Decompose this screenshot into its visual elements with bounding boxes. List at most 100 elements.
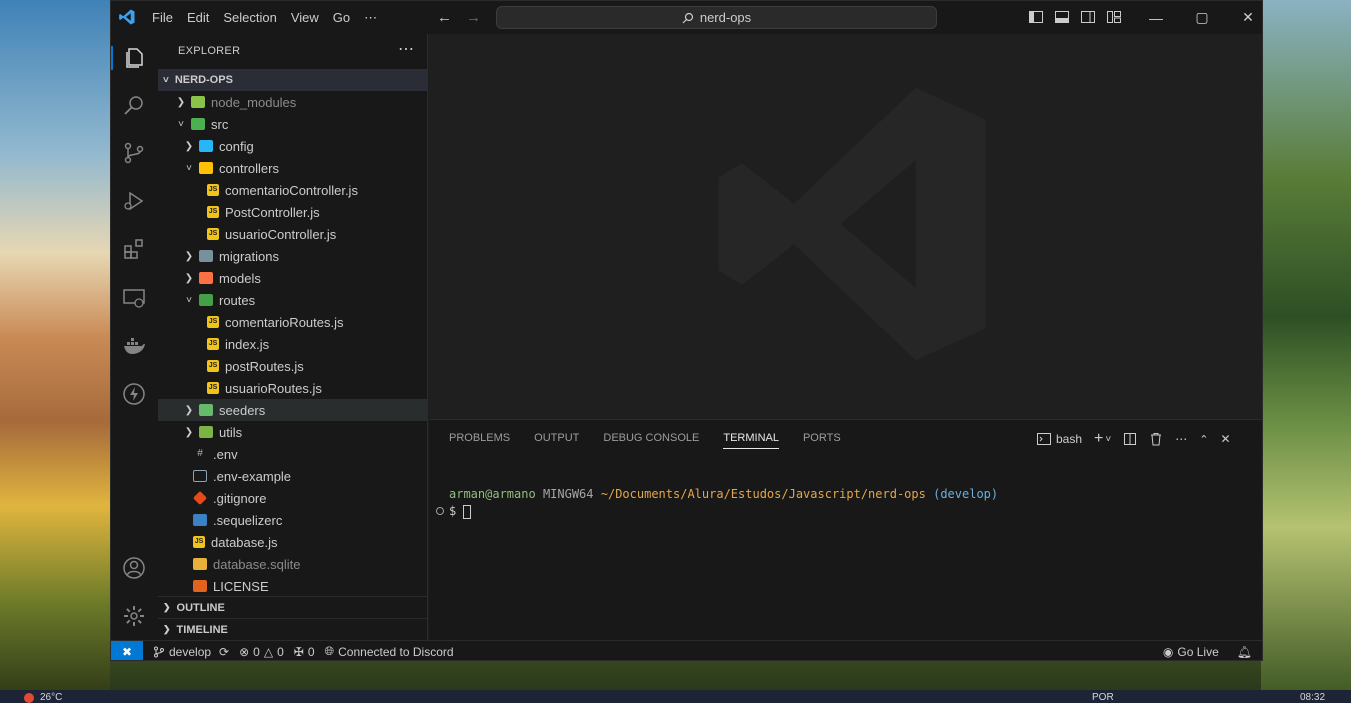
customize-layout-icon[interactable] (1106, 9, 1122, 25)
terminal-input-line: $ (449, 503, 998, 520)
tree-item-database-sqlite[interactable]: database.sqlite (158, 553, 428, 575)
tree-item-utils[interactable]: ❯ utils (158, 421, 428, 443)
tree-item-src[interactable]: ˅ src (158, 113, 428, 135)
database-icon (193, 558, 207, 570)
workspace-root-label: NERD-OPS (174, 74, 233, 86)
status-bar: ✖ develop ⟳ ⊗ 0 △ 0 ✠ 0 🌐︎ Connected to … (111, 640, 1262, 660)
sync-icon[interactable]: ⟳ (219, 645, 229, 659)
workspace-root-header[interactable]: ˅ NERD-OPS (158, 69, 428, 91)
window-controls: — ▢ ✕ (1133, 1, 1262, 34)
tree-item-label: .gitignore (213, 490, 267, 506)
tree-item-label: .env-example (213, 468, 292, 484)
tree-item-comentario-routes[interactable]: JS comentarioRoutes.js (158, 311, 428, 333)
explorer-more-actions-icon[interactable]: ⋯ (398, 39, 414, 59)
env-file-icon: # (197, 448, 203, 459)
terminal-output[interactable]: arman@armano MINGW64 ~/Documents/Alura/E… (449, 486, 998, 520)
tree-item-models[interactable]: ❯ models (158, 267, 428, 289)
menu-view[interactable]: View (284, 10, 326, 25)
tree-item-env[interactable]: # .env (158, 443, 428, 465)
tree-item-post-routes[interactable]: JS postRoutes.js (158, 355, 428, 377)
maximize-panel-icon[interactable]: ⌃ (1199, 433, 1208, 446)
tab-terminal[interactable]: TERMINAL (723, 432, 779, 449)
tree-item-seeders[interactable]: ❯ seeders (158, 399, 428, 421)
toggle-primary-sidebar-icon[interactable] (1028, 9, 1044, 25)
tab-debug-console[interactable]: DEBUG CONSOLE (603, 432, 699, 449)
outline-section-header[interactable]: ❯ OUTLINE (158, 596, 428, 618)
settings-gear-icon[interactable] (122, 604, 146, 628)
timeline-section-header[interactable]: ❯ TIMELINE (158, 618, 428, 640)
maximize-button[interactable]: ▢ (1179, 1, 1225, 34)
go-live-button[interactable]: ◉ Go Live (1163, 645, 1219, 659)
panel-toolbar: bash + ˅ ⋯ ⌃ ✕ (1037, 430, 1231, 448)
terminal-profile-button[interactable]: bash (1037, 432, 1082, 446)
tree-item-routes[interactable]: ˅ routes (158, 289, 428, 311)
tree-item-label: routes (219, 292, 256, 308)
chevron-down-icon: ˅ (186, 294, 192, 306)
extensions-icon[interactable] (122, 237, 146, 261)
tree-item-label: database.js (211, 534, 278, 550)
close-panel-icon[interactable]: ✕ (1220, 432, 1230, 446)
tree-item-sequelizerc[interactable]: .sequelizerc (158, 509, 428, 531)
menu-more[interactable]: ⋯ (357, 10, 384, 26)
status-problems[interactable]: ⊗ 0 △ 0 (239, 645, 284, 659)
menu-edit[interactable]: Edit (180, 10, 216, 25)
tree-item-label: LICENSE (213, 578, 269, 594)
minimize-button[interactable]: — (1133, 1, 1179, 34)
command-center-search[interactable]: nerd-ops (496, 6, 937, 29)
chevron-down-icon: ˅ (186, 162, 192, 174)
tree-item-comentario-controller[interactable]: JS comentarioController.js (158, 179, 428, 201)
status-discord[interactable]: 🌐︎ Connected to Discord (325, 644, 454, 659)
tree-item-gitignore[interactable]: .gitignore (158, 487, 428, 509)
thunder-client-icon[interactable] (122, 382, 146, 406)
search-view-icon[interactable] (122, 93, 146, 117)
tab-output[interactable]: OUTPUT (534, 432, 579, 449)
tree-item-migrations[interactable]: ❯ migrations (158, 245, 428, 267)
menu-go[interactable]: Go (326, 10, 357, 25)
tree-item-usuario-routes[interactable]: JS usuarioRoutes.js (158, 377, 428, 399)
tree-item-node-modules[interactable]: ❯ node_modules (158, 91, 428, 113)
weather-widget[interactable]: 26°C (24, 692, 62, 703)
more-actions-icon[interactable]: ⋯ (1175, 432, 1187, 446)
status-ports[interactable]: ✠ 0 (294, 645, 315, 659)
back-arrow-icon[interactable]: ← (437, 9, 452, 26)
forward-arrow-icon[interactable]: → (466, 9, 481, 26)
tree-item-label: src (211, 116, 229, 132)
tree-item-env-example[interactable]: .env-example (158, 465, 428, 487)
toggle-panel-icon[interactable] (1054, 9, 1070, 25)
terminal-decoration-icon (436, 507, 444, 515)
clock[interactable]: 08:32 (1300, 692, 1325, 703)
broadcast-icon: ◉ (1162, 645, 1174, 659)
tree-item-controllers[interactable]: ˅ controllers (158, 157, 428, 179)
remote-indicator-icon[interactable]: ✖ (111, 640, 143, 660)
toggle-secondary-sidebar-icon[interactable] (1080, 9, 1096, 25)
tab-problems[interactable]: PROBLEMS (449, 432, 510, 449)
trash-icon[interactable] (1149, 432, 1163, 446)
tree-item-database-js[interactable]: JS database.js (158, 531, 428, 553)
docker-icon[interactable] (122, 334, 146, 358)
remote-explorer-icon[interactable] (122, 286, 146, 310)
menu-selection[interactable]: Selection (216, 10, 283, 25)
chevron-down-icon[interactable]: ˅ (1105, 434, 1111, 445)
bell-icon[interactable]: 🔔︎ (1237, 645, 1252, 659)
tree-item-index-js[interactable]: JS index.js (158, 333, 428, 355)
close-button[interactable]: ✕ (1225, 1, 1262, 34)
explorer-icon[interactable] (122, 46, 146, 70)
status-branch[interactable]: develop ⟳ (153, 645, 229, 659)
terminal-prompt-line: arman@armano MINGW64 ~/Documents/Alura/E… (449, 486, 998, 503)
windows-taskbar: 26°C POR 08:32 (0, 690, 1351, 703)
folder-migrations-icon (199, 250, 213, 262)
tree-item-config[interactable]: ❯ config (158, 135, 428, 157)
language-indicator[interactable]: POR (1092, 692, 1114, 703)
tree-item-usuario-controller[interactable]: JS usuarioController.js (158, 223, 428, 245)
new-terminal-icon[interactable]: + (1094, 430, 1103, 448)
terminal-branch: (develop) (933, 487, 999, 501)
menu-file[interactable]: File (145, 10, 180, 25)
tab-ports[interactable]: PORTS (803, 432, 841, 449)
split-terminal-icon[interactable] (1123, 432, 1137, 446)
run-debug-icon[interactable] (122, 189, 146, 213)
tree-item-license[interactable]: LICENSE (158, 575, 428, 597)
tree-item-post-controller[interactable]: JS PostController.js (158, 201, 428, 223)
js-file-icon: JS (207, 184, 219, 196)
source-control-icon[interactable] (122, 141, 146, 165)
accounts-icon[interactable] (122, 556, 146, 580)
